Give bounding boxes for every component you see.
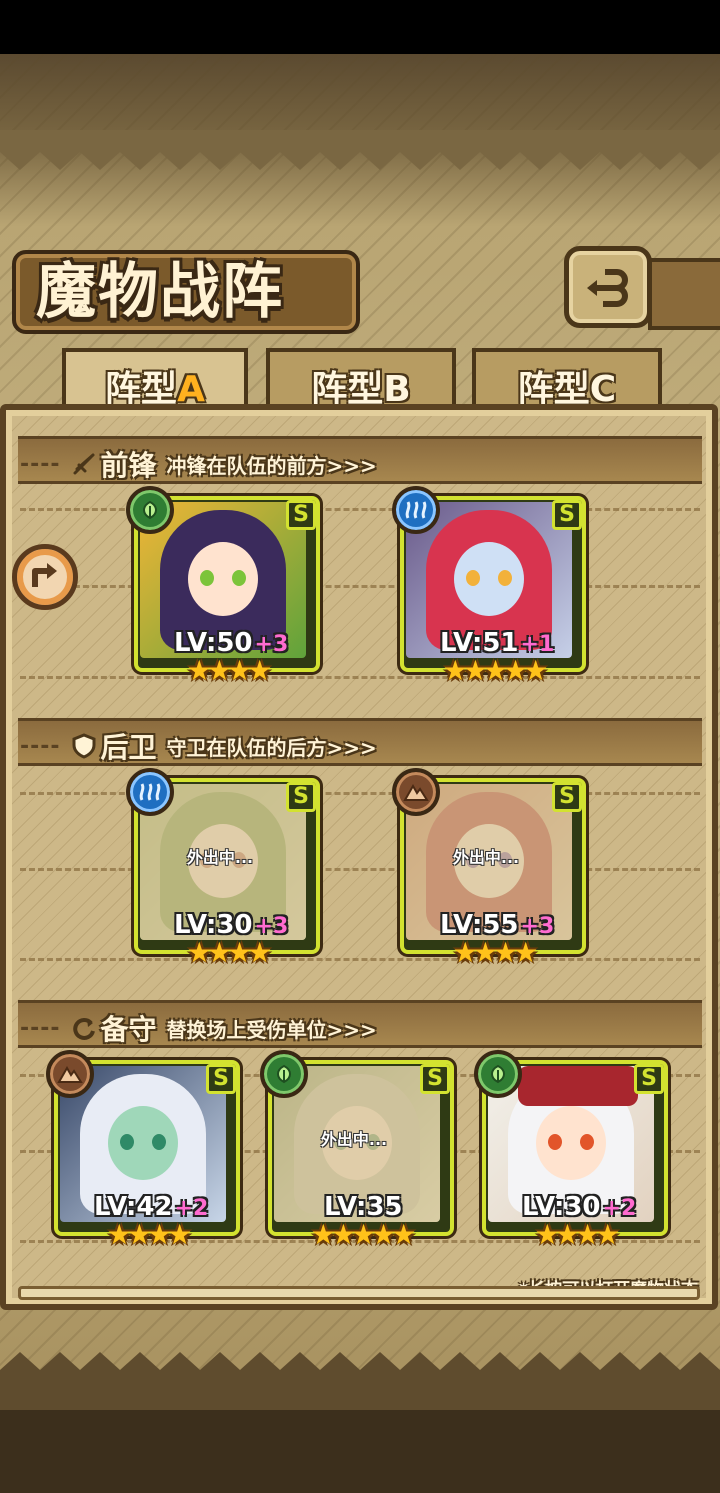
divider-line	[20, 868, 700, 871]
away-status: 外出中...	[186, 848, 254, 867]
divider-line	[20, 676, 700, 679]
bottom-map-strip	[0, 1410, 720, 1493]
torn-edge-bottom	[0, 1352, 720, 1420]
star-rating: ★★★★	[106, 1218, 192, 1251]
water-element-icon	[392, 486, 440, 534]
monster-card-reserve-3[interactable]: S LV:30+2 ★★★★	[474, 1050, 668, 1251]
rank-badge: S	[420, 1064, 450, 1094]
star-rating: ★★★★	[186, 654, 272, 687]
rank-badge: S	[286, 782, 316, 812]
section-name: 后卫	[100, 731, 157, 764]
shield-icon	[72, 733, 96, 759]
section-header-front: ---- 前锋 冲锋在队伍的前方>>>	[20, 444, 377, 484]
section-header-back: ---- 后卫 守卫在队伍的后方>>>	[20, 726, 377, 766]
back-button-rail	[648, 258, 720, 330]
away-status: 外出中...	[452, 848, 520, 867]
swap-arrow-icon	[32, 563, 57, 587]
rank-badge: S	[286, 500, 316, 530]
section-description: 守卫在队伍的后方>>>	[166, 735, 377, 760]
divider-line	[20, 585, 700, 588]
rank-badge: S	[634, 1064, 664, 1094]
star-rating: ★★★★★	[310, 1218, 417, 1251]
rank-badge: S	[552, 500, 582, 530]
system-status-bar	[0, 0, 720, 54]
torn-edge-top	[0, 130, 720, 170]
cycle-icon	[72, 1017, 95, 1040]
star-rating: ★★★★	[452, 936, 538, 969]
away-status: 外出中...	[320, 1130, 388, 1149]
divider-line	[20, 958, 700, 961]
earth-element-icon	[392, 768, 440, 816]
section-name: 前锋	[100, 449, 157, 482]
grass-element-icon	[126, 486, 174, 534]
monster-card-front-2[interactable]: S LV:51+1 ★★★★★	[392, 486, 586, 687]
divider-line	[20, 508, 700, 511]
monster-card-back-2[interactable]: 外出中... S LV:55+3 ★★★★	[392, 768, 586, 969]
star-rating: ★★★★	[186, 936, 272, 969]
return-arrow-icon	[587, 269, 628, 307]
divider-line	[20, 792, 700, 795]
section-description: 冲锋在队伍的前方>>>	[166, 453, 377, 478]
back-button[interactable]	[564, 246, 652, 328]
section-header-reserve: ---- 备守 替换场上受伤单位>>>	[20, 1008, 377, 1048]
section-description: 替换场上受伤单位>>>	[166, 1017, 377, 1042]
star-rating: ★★★★★	[442, 654, 549, 687]
rank-badge: S	[552, 782, 582, 812]
water-element-icon	[126, 768, 174, 816]
section-name: 备守	[100, 1013, 157, 1046]
feather-icon	[73, 453, 95, 475]
panel-bottom-rail	[18, 1286, 700, 1300]
monster-card-reserve-2[interactable]: 外出中... S LV:35 ★★★★★	[260, 1050, 454, 1251]
rank-badge: S	[206, 1064, 236, 1094]
grass-element-icon	[260, 1050, 308, 1098]
earth-element-icon	[46, 1050, 94, 1098]
monster-card-front-1[interactable]: S LV:50+3 ★★★★	[126, 486, 320, 687]
monster-card-reserve-1[interactable]: S LV:42+2 ★★★★	[46, 1050, 240, 1251]
monster-card-back-1[interactable]: 外出中... S LV:30+3 ★★★★	[126, 768, 320, 969]
star-rating: ★★★★	[534, 1218, 620, 1251]
page-title: 魔物战阵	[36, 257, 284, 327]
grass-element-icon	[474, 1050, 522, 1098]
swap-formation-button[interactable]	[12, 544, 78, 610]
